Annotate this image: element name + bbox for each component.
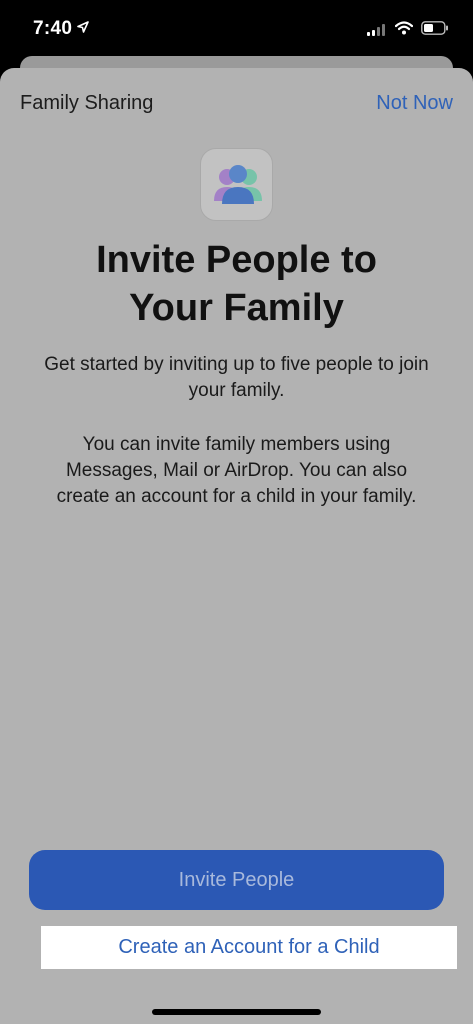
- intro-line-1: Get started by inviting up to five peopl…: [44, 354, 429, 375]
- details-line-1: You can invite family members using: [82, 434, 391, 455]
- create-child-account-label: Create an Account for a Child: [118, 936, 380, 958]
- intro-line-2: your family.: [188, 380, 285, 401]
- home-indicator[interactable]: [152, 1009, 321, 1015]
- not-now-button[interactable]: Not Now: [376, 92, 453, 115]
- wifi-icon: [395, 21, 413, 35]
- intro-paragraph: Get started by inviting up to five peopl…: [20, 352, 453, 404]
- cellular-signal-icon: [367, 24, 385, 36]
- details-line-3: create an account for a child in your fa…: [56, 486, 417, 507]
- headline-line-2: Your Family: [129, 287, 344, 329]
- location-arrow-icon: [77, 21, 89, 33]
- family-sharing-app-icon: [200, 148, 273, 221]
- invite-people-label: Invite People: [178, 868, 295, 891]
- status-bar: 7:40: [0, 0, 473, 60]
- nav-title: Family Sharing: [20, 92, 154, 114]
- battery-icon: [421, 21, 448, 35]
- details-line-2: Messages, Mail or AirDrop. You can also: [65, 460, 408, 481]
- family-people-icon: [214, 165, 262, 204]
- create-child-account-button[interactable]: Create an Account for a Child: [41, 926, 457, 969]
- headline-line-1: Invite People to: [96, 239, 377, 281]
- status-time: 7:40: [33, 18, 73, 39]
- headline: Invite People to Your Family: [0, 236, 473, 332]
- details-paragraph: You can invite family members using Mess…: [20, 432, 453, 510]
- invite-people-button[interactable]: Invite People: [29, 850, 444, 910]
